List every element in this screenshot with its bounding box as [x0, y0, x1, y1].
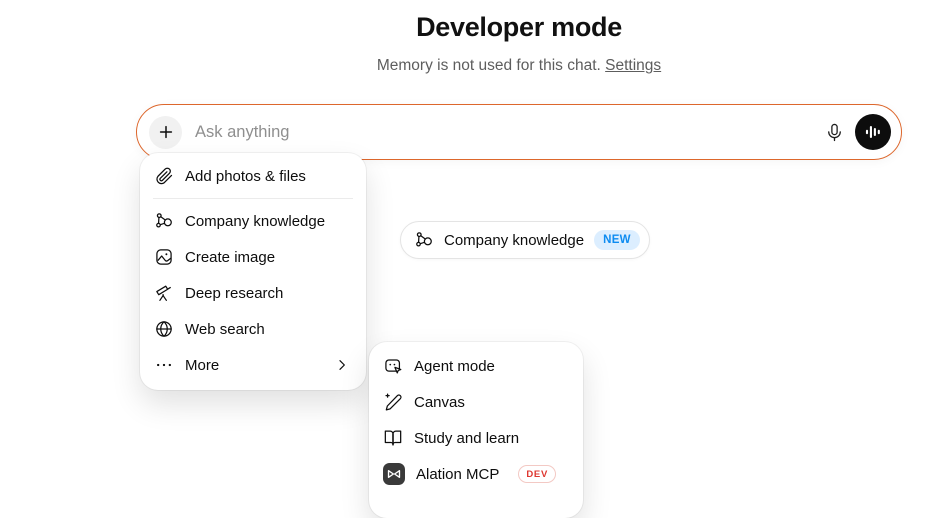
chevron-right-icon: [332, 355, 352, 375]
page-title: Developer mode: [416, 12, 622, 42]
menu-item-label: Deep research: [185, 284, 284, 302]
menu-item-label: More: [185, 356, 220, 374]
pen-sparkle-icon: [383, 392, 403, 412]
menu-item-label: Web search: [185, 320, 265, 338]
menu-item-label: Add photos & files: [185, 167, 306, 185]
menu-item-deep-research[interactable]: Deep research: [146, 275, 360, 311]
ellipsis-icon: [154, 355, 174, 375]
chat-input[interactable]: Ask anything: [136, 104, 902, 160]
agent-face-cursor-icon: [383, 356, 403, 376]
menu-item-more[interactable]: More: [146, 347, 360, 383]
menu-item-label: Company knowledge: [185, 212, 326, 230]
knowledge-network-icon: [154, 211, 174, 231]
memory-notice: Memory is not used for this chat. Settin…: [377, 57, 661, 75]
submenu-item-canvas[interactable]: Canvas: [375, 384, 577, 420]
menu-item-label: Alation MCP: [416, 465, 500, 483]
menu-item-label: Create image: [185, 248, 276, 266]
voice-waveform-icon: [862, 121, 884, 143]
menu-item-add-photos-files[interactable]: Add photos & files: [146, 158, 360, 194]
memory-notice-text: Memory is not used for this chat.: [376, 57, 601, 74]
open-book-icon: [383, 428, 403, 448]
dictate-button[interactable]: [817, 115, 851, 149]
paperclip-icon: [154, 166, 174, 186]
globe-icon: [154, 319, 174, 339]
plus-icon: [156, 122, 176, 142]
attach-menu: Add photos & files Company knowledge Cre…: [140, 153, 366, 390]
microphone-icon: [824, 122, 845, 143]
menu-divider: [153, 198, 353, 199]
submenu-item-study-and-learn[interactable]: Study and learn: [375, 420, 577, 456]
settings-link[interactable]: Settings: [605, 57, 661, 74]
menu-item-label: Canvas: [414, 393, 465, 411]
alation-logo-icon: [383, 463, 405, 485]
dev-badge: DEV: [518, 465, 557, 483]
chat-input-placeholder[interactable]: Ask anything: [195, 123, 817, 142]
attach-button[interactable]: [149, 115, 182, 149]
new-badge: NEW: [594, 230, 640, 250]
image-icon: [154, 247, 174, 267]
submenu-item-agent-mode[interactable]: Agent mode: [375, 348, 577, 384]
chip-label: Company knowledge: [444, 231, 585, 249]
company-knowledge-chip[interactable]: Company knowledge NEW: [400, 221, 650, 259]
telescope-icon: [154, 283, 174, 303]
menu-item-label: Agent mode: [414, 357, 495, 375]
menu-item-web-search[interactable]: Web search: [146, 311, 360, 347]
submenu-item-alation-mcp[interactable]: Alation MCP DEV: [375, 456, 577, 492]
menu-item-create-image[interactable]: Create image: [146, 239, 360, 275]
menu-item-label: Study and learn: [414, 429, 520, 447]
menu-item-company-knowledge[interactable]: Company knowledge: [146, 203, 360, 239]
knowledge-network-icon: [414, 230, 434, 250]
voice-mode-button[interactable]: [855, 114, 891, 150]
more-submenu: Agent mode Canvas Study and learn Alatio…: [369, 342, 583, 518]
